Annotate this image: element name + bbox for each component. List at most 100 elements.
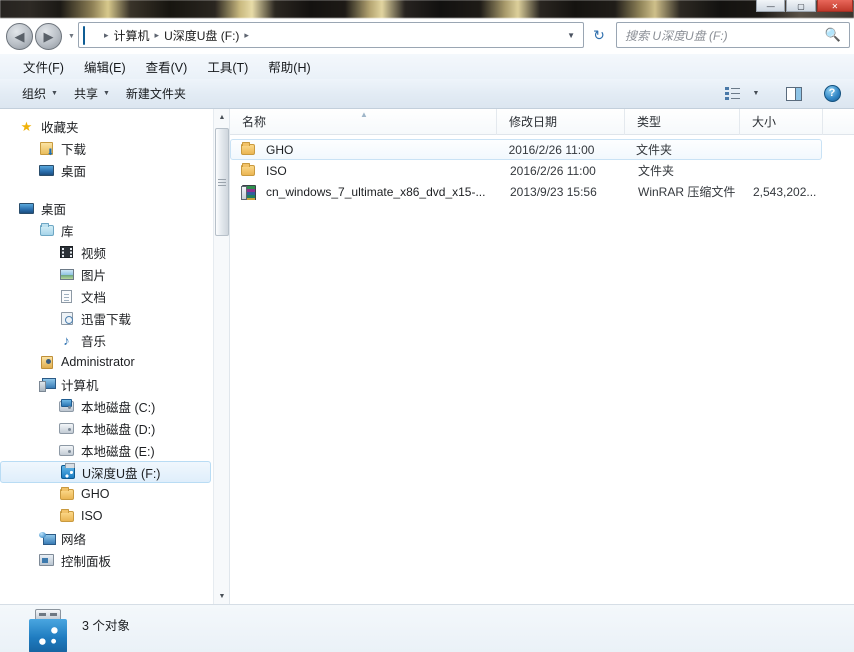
file-name-cell: GHO xyxy=(231,142,497,158)
sidebar-item-libraries[interactable]: 库 xyxy=(0,219,213,241)
breadcrumb-item-drive[interactable]: U深度U盘 (F:) xyxy=(162,27,241,44)
back-button[interactable]: ◀ xyxy=(6,23,33,50)
usb-drive-icon xyxy=(59,464,76,480)
sidebar-item-thunder-download[interactable]: 迅雷下载 xyxy=(0,307,213,329)
sidebar-item-label: 控制面板 xyxy=(61,551,111,570)
sidebar-item-desktop-fav[interactable]: 桌面 xyxy=(0,159,213,181)
sidebar-item-usb-drive-f[interactable]: U深度U盘 (F:) xyxy=(0,461,211,483)
close-button[interactable]: ✕ xyxy=(817,0,853,12)
change-view-button[interactable] xyxy=(718,83,746,105)
file-date-cell: 2016/2/26 11:00 xyxy=(497,143,624,157)
table-row[interactable]: cn_windows_7_ultimate_x86_dvd_x15-... 20… xyxy=(230,181,854,202)
sidebar-item-favorites[interactable]: ★ 收藏夹 xyxy=(0,115,213,137)
sidebar-group-gap xyxy=(0,181,213,197)
column-header-date[interactable]: 修改日期 xyxy=(497,109,625,135)
sidebar-item-iso[interactable]: ISO xyxy=(0,505,213,527)
network-icon xyxy=(38,530,55,546)
sidebar-item-drive-e[interactable]: 本地磁盘 (E:) xyxy=(0,439,213,461)
menu-tools[interactable]: 工具(T) xyxy=(198,54,257,79)
menu-edit[interactable]: 编辑(E) xyxy=(75,54,135,79)
views-list-icon xyxy=(725,87,740,100)
sidebar-item-network[interactable]: 网络 xyxy=(0,527,213,549)
preview-pane-button[interactable] xyxy=(780,83,808,105)
table-row[interactable]: GHO 2016/2/26 11:00 文件夹 xyxy=(230,139,822,160)
breadcrumb-separator-2[interactable]: ▸ xyxy=(241,30,252,41)
minimize-button[interactable]: — xyxy=(756,0,785,12)
status-bar: 3 个对象 xyxy=(0,604,854,652)
share-button[interactable]: 共享 ▼ xyxy=(66,81,118,106)
sidebar-item-music[interactable]: ♪ 音乐 xyxy=(0,329,213,351)
downloads-icon xyxy=(38,140,55,156)
forward-arrow-icon: ▶ xyxy=(44,30,54,43)
sidebar-item-control-panel[interactable]: 控制面板 xyxy=(0,549,213,571)
search-input[interactable]: 搜索 U深度U盘 (F:) xyxy=(625,27,825,44)
new-folder-button[interactable]: 新建文件夹 xyxy=(118,81,194,106)
refresh-button[interactable]: ↻ xyxy=(588,23,610,47)
computer-icon xyxy=(38,376,55,392)
menu-help[interactable]: 帮助(H) xyxy=(259,54,319,79)
sidebar-item-videos[interactable]: 视频 xyxy=(0,241,213,263)
address-bar[interactable]: ▸ 计算机 ▸ U深度U盘 (F:) ▸ ▼ xyxy=(78,22,584,48)
sidebar-item-drive-c[interactable]: 本地磁盘 (C:) xyxy=(0,395,213,417)
sidebar-item-label: 图片 xyxy=(81,265,106,284)
sidebar-item-drive-d[interactable]: 本地磁盘 (D:) xyxy=(0,417,213,439)
scroll-up-button[interactable]: ▲ xyxy=(214,109,230,125)
sort-ascending-icon: ▲ xyxy=(360,111,368,119)
sidebar-item-computer[interactable]: 计算机 xyxy=(0,373,213,395)
help-icon: ? xyxy=(824,85,841,102)
video-icon xyxy=(58,244,75,260)
folder-icon xyxy=(241,142,259,158)
sidebar-item-label: ISO xyxy=(81,509,103,523)
breadcrumb-separator-1[interactable]: ▸ xyxy=(152,30,163,41)
usb-drive-icon xyxy=(83,27,99,43)
window-caption-buttons: — ▢ ✕ xyxy=(756,0,854,12)
organize-button[interactable]: 组织 ▼ xyxy=(14,81,66,106)
view-dropdown-button[interactable]: ▼ xyxy=(746,83,766,105)
address-dropdown-icon[interactable]: ▼ xyxy=(563,31,581,40)
maximize-button[interactable]: ▢ xyxy=(786,0,815,12)
column-header-name[interactable]: 名称 ▲ xyxy=(230,109,497,135)
navigation-pane: ★ 收藏夹 下载 桌面 桌面 库 视频 xyxy=(0,109,213,604)
sidebar-item-label: GHO xyxy=(81,487,109,501)
search-icon: 🔍 xyxy=(825,27,845,43)
folder-icon xyxy=(58,508,75,524)
sidebar-item-desktop[interactable]: 桌面 xyxy=(0,197,213,219)
sidebar-item-label: 网络 xyxy=(61,529,86,548)
user-icon xyxy=(38,354,55,370)
sidebar-item-label: 视频 xyxy=(81,243,106,262)
winrar-archive-icon xyxy=(241,184,259,200)
usb-drive-large-icon xyxy=(28,609,68,652)
column-header-size[interactable]: 大小 xyxy=(740,109,823,135)
documents-icon xyxy=(58,288,75,304)
file-list-pane: 名称 ▲ 修改日期 类型 大小 GHO xyxy=(230,109,854,604)
sidebar-item-administrator[interactable]: Administrator xyxy=(0,351,213,373)
scroll-down-button[interactable]: ▼ xyxy=(214,588,230,604)
file-type-cell: 文件夹 xyxy=(624,141,738,158)
forward-button[interactable]: ▶ xyxy=(35,23,62,50)
sidebar-item-label: 收藏夹 xyxy=(41,117,79,136)
sidebar-item-pictures[interactable]: 图片 xyxy=(0,263,213,285)
thunder-download-icon xyxy=(58,310,75,326)
scrollbar-thumb[interactable] xyxy=(215,128,229,236)
sidebar-item-label: 音乐 xyxy=(81,331,106,350)
search-box[interactable]: 搜索 U深度U盘 (F:) 🔍 xyxy=(616,22,850,48)
file-name-label: cn_windows_7_ultimate_x86_dvd_x15-... xyxy=(266,185,485,199)
sidebar-item-label: 下载 xyxy=(61,139,86,158)
help-button[interactable]: ? xyxy=(818,83,846,105)
sidebar-item-downloads[interactable]: 下载 xyxy=(0,137,213,159)
menu-file[interactable]: 文件(F) xyxy=(14,54,73,79)
nav-arrow-group: ◀ ▶ xyxy=(6,22,68,50)
history-dropdown-button[interactable]: ▼ xyxy=(68,33,75,40)
sidebar-item-documents[interactable]: 文档 xyxy=(0,285,213,307)
breadcrumb-item-computer[interactable]: 计算机 xyxy=(112,27,152,44)
sidebar-item-gho[interactable]: GHO xyxy=(0,483,213,505)
file-size-cell: 2,543,202... xyxy=(741,185,824,199)
table-row[interactable]: ISO 2016/2/26 11:00 文件夹 xyxy=(230,160,854,181)
column-header-type[interactable]: 类型 xyxy=(625,109,740,135)
sidebar-item-label: 库 xyxy=(61,221,74,240)
folder-icon xyxy=(241,163,259,179)
menu-view[interactable]: 查看(V) xyxy=(137,54,197,79)
breadcrumb-separator-0: ▸ xyxy=(101,30,112,41)
minimize-icon: — xyxy=(757,3,784,11)
navigation-pane-scrollbar[interactable]: ▲ ▼ xyxy=(213,109,229,604)
